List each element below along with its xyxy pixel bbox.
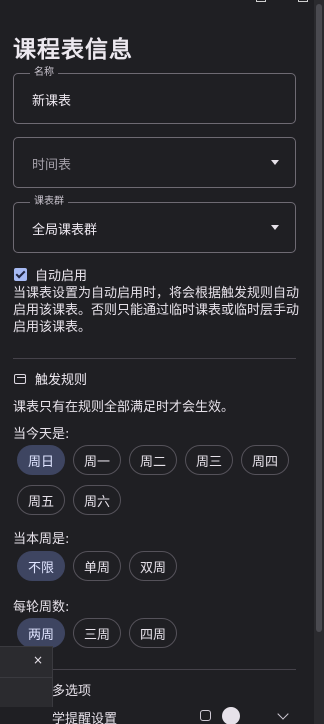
name-field[interactable]: 名称 新课表 (13, 66, 296, 124)
auto-enable-checkbox[interactable] (14, 267, 27, 281)
chip-weekday-thursday[interactable]: 周四 (241, 445, 289, 475)
name-field-label: 名称 (30, 66, 58, 80)
scrollbar[interactable] (314, 0, 324, 724)
popup-divider (0, 677, 53, 678)
chip-weekday-saturday[interactable]: 周六 (73, 485, 121, 515)
name-field-value[interactable]: 新课表 (32, 90, 71, 109)
auto-enable-label: 自动启用 (35, 268, 88, 284)
rules-note: 课表只有在规则全部满足时才会生效。 (13, 400, 235, 415)
chip-weekday-friday[interactable]: 周五 (17, 485, 65, 515)
rule-icon (14, 373, 26, 384)
chip-cycle-two-weeks[interactable]: 两周 (17, 618, 65, 648)
chip-cycle-three-weeks[interactable]: 三周 (73, 618, 121, 648)
chip-weekday-monday[interactable]: 周一 (73, 445, 121, 475)
section-divider (13, 669, 296, 670)
week-parity-label: 当本周是: (13, 532, 70, 547)
auto-enable-description: 当课表设置为自动启用时，将会根据触发规则自动启用该课表。否则只能通过临时课表或临… (13, 286, 300, 335)
schedule-group-select[interactable]: 课表群 全局课表群 (13, 195, 296, 253)
settings-icon[interactable] (200, 710, 211, 721)
dropdown-arrow-icon[interactable] (271, 225, 279, 230)
auto-enable-checkbox-row[interactable]: 自动启用 (14, 265, 88, 284)
chip-weekday-wednesday[interactable]: 周三 (185, 445, 233, 475)
more-options-label[interactable]: 多选项 (52, 680, 91, 699)
chip-week-odd[interactable]: 单周 (73, 551, 121, 581)
scrollbar-thumb[interactable] (316, 4, 322, 632)
window-close-button[interactable] (298, 0, 308, 2)
timetable-select-placeholder: 时间表 (32, 158, 72, 173)
trigger-rules-header: 触发规则 (14, 369, 87, 388)
dropdown-arrow-icon[interactable] (271, 160, 279, 165)
window-restore-button[interactable] (256, 0, 266, 2)
chip-weekday-sunday[interactable]: 周日 (17, 445, 65, 475)
schedule-group-label: 课表群 (30, 195, 68, 209)
chip-week-any[interactable]: 不限 (17, 551, 65, 581)
chip-cycle-four-weeks[interactable]: 四周 (129, 618, 177, 648)
close-icon[interactable]: × (33, 653, 43, 667)
cycle-label: 每轮周数: (13, 600, 70, 615)
reminder-settings-label[interactable]: 学提醒设置 (52, 708, 117, 724)
floating-popup: × (0, 646, 53, 707)
timetable-select[interactable]: 时间表 (13, 137, 296, 188)
chevron-down-icon[interactable] (277, 708, 289, 720)
weekday-label: 当今天是: (13, 427, 70, 442)
section-divider (13, 358, 296, 359)
chip-week-even[interactable]: 双周 (129, 551, 177, 581)
chip-weekday-tuesday[interactable]: 周二 (129, 445, 177, 475)
page-title: 课程表信息 (13, 37, 133, 63)
course-schedule-info-page: 课程表信息 名称 新课表 时间表 课表群 全局课表群 自动启用 当课表设置为自动… (0, 0, 324, 724)
window-titlebar (0, 0, 312, 6)
trigger-rules-title: 触发规则 (35, 373, 88, 388)
toggle-switch-icon[interactable] (222, 707, 240, 724)
schedule-group-value: 全局课表群 (32, 223, 98, 238)
